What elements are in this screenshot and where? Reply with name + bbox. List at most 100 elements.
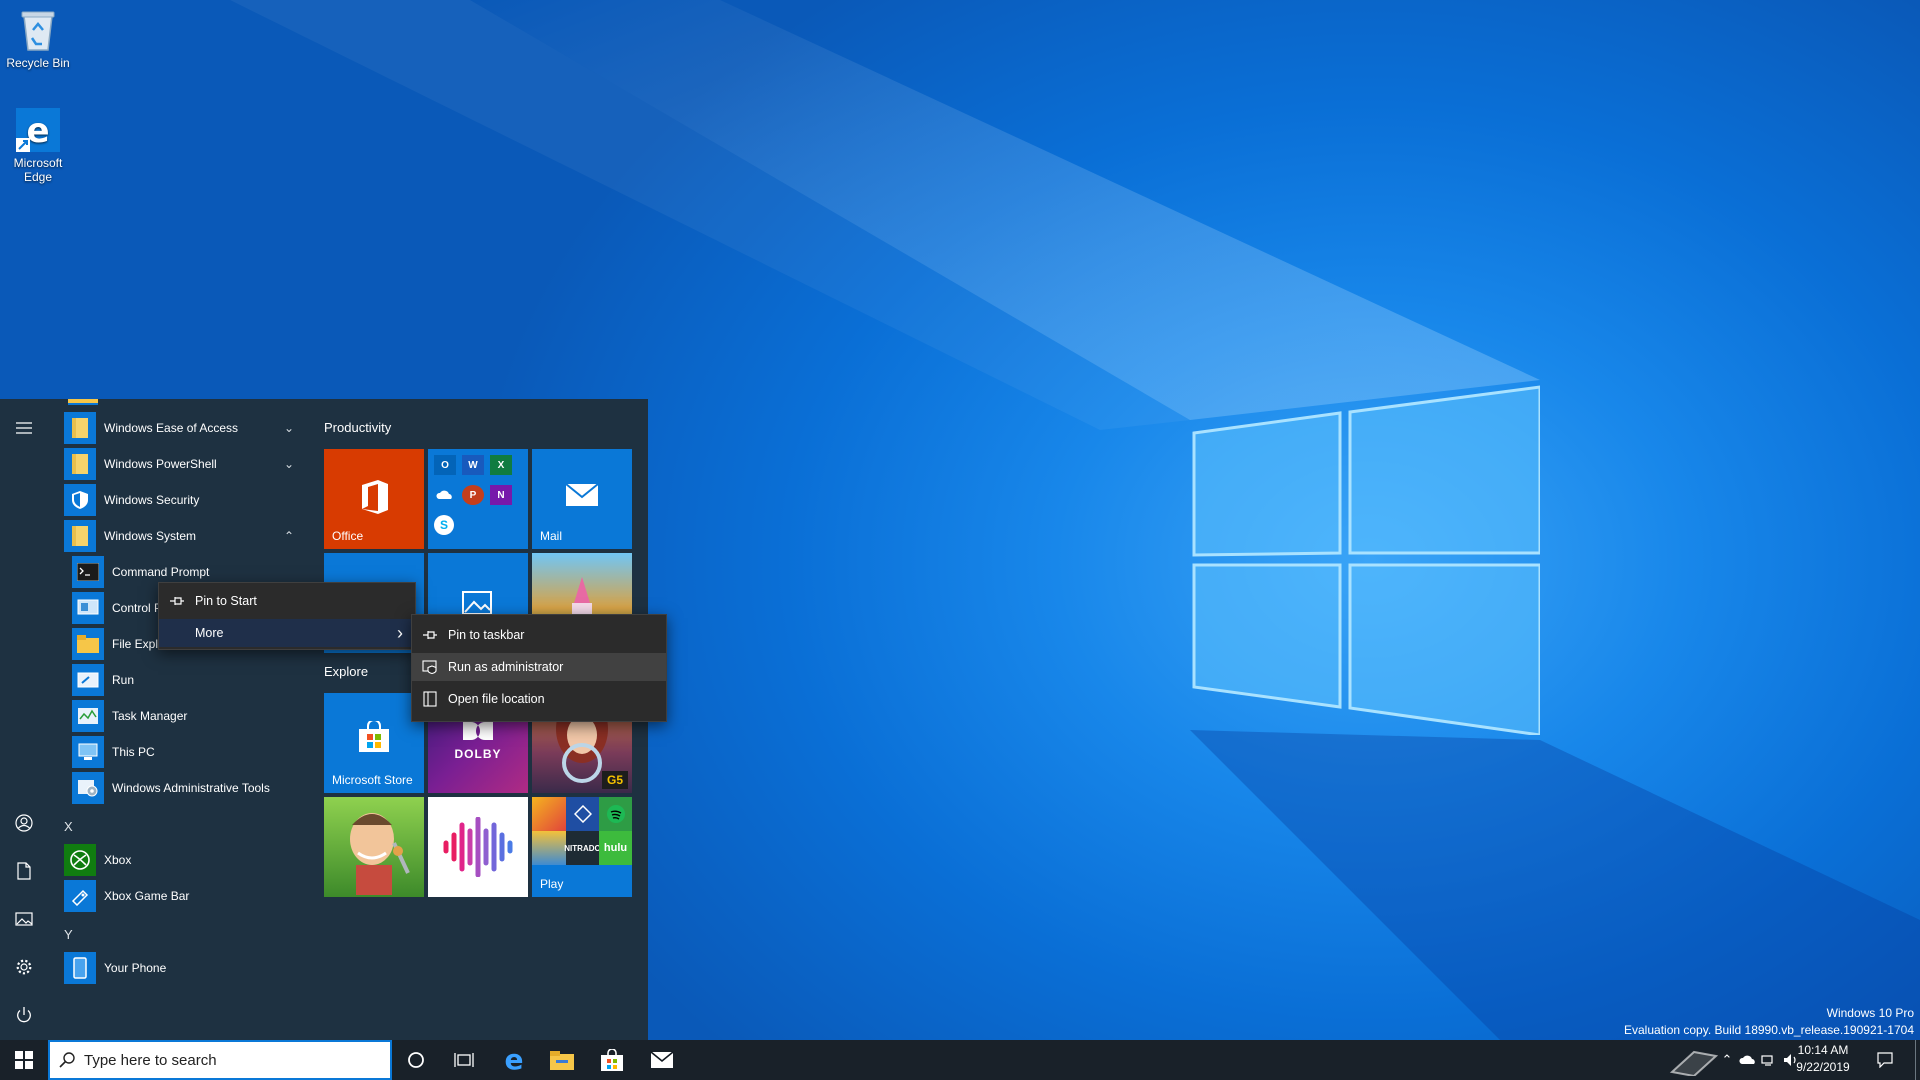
app-list[interactable]: Windows Ease of Access ⌄ Windows PowerSh… (56, 399, 306, 1040)
app-label: Windows Administrative Tools (112, 781, 270, 795)
folder-icon (64, 448, 96, 480)
taskbar: e ⌃ 10:14 AM 9/22/2019 (0, 1040, 1920, 1080)
tile-gardenscapes[interactable] (324, 797, 424, 897)
app-folder-windows-system[interactable]: Windows System ⌃ (64, 519, 304, 553)
taskbar-file-explorer-button[interactable] (538, 1040, 586, 1080)
taskbar-mail-button[interactable] (638, 1040, 686, 1080)
chevron-down-icon[interactable]: ⌄ (284, 421, 294, 435)
file-explorer-icon (550, 1051, 574, 1070)
desktop-icon-label: Recycle Bin (6, 56, 70, 70)
taskbar-edge-button[interactable]: e (490, 1040, 538, 1080)
app-windows-security[interactable]: Windows Security (64, 483, 304, 517)
menu-item-open-file-location[interactable]: Open file location (412, 685, 666, 713)
tile-microsoft-store[interactable]: Microsoft Store (324, 693, 424, 793)
settings-gear-icon[interactable] (12, 955, 36, 979)
run-icon (72, 664, 104, 696)
folder-icon-partial (68, 399, 98, 405)
app-xbox-game-bar[interactable]: Xbox Game Bar (64, 879, 304, 913)
phone-icon (64, 952, 96, 984)
app-run[interactable]: Run (72, 663, 306, 697)
documents-icon[interactable] (12, 859, 36, 883)
section-letter-x[interactable]: X (64, 819, 73, 834)
app-folder-windows-powershell[interactable]: Windows PowerShell ⌄ (64, 447, 304, 481)
gardener-character-icon (350, 813, 410, 895)
user-account-icon[interactable] (12, 811, 36, 835)
app-your-phone[interactable]: Your Phone (64, 951, 304, 985)
taskbar-clock[interactable]: 10:14 AM 9/22/2019 (1778, 1042, 1868, 1076)
sound-wave-icon (443, 817, 513, 877)
pictures-icon[interactable] (12, 907, 36, 931)
windows-logo-wallpaper (1192, 385, 1540, 735)
taskbar-search-box[interactable] (48, 1040, 392, 1080)
group-header-productivity[interactable]: Productivity (324, 420, 391, 435)
taskbar-store-button[interactable] (588, 1040, 636, 1080)
hamburger-menu-icon[interactable] (12, 416, 36, 440)
clock-time: 10:14 AM (1797, 1043, 1849, 1057)
power-icon[interactable] (12, 1003, 36, 1027)
store-bag-icon (601, 1049, 623, 1071)
desktop-icon-recycle-bin[interactable]: Recycle Bin (0, 6, 76, 70)
app-label: Your Phone (104, 961, 167, 975)
show-hidden-icons-chevron-icon[interactable]: ⌃ (1718, 1052, 1736, 1068)
tile-office[interactable]: Office (324, 449, 424, 549)
tile-office-apps-folder[interactable]: O W X P N S (428, 449, 528, 549)
task-view-icon (454, 1053, 474, 1067)
chevron-right-icon: › (397, 623, 403, 643)
tile-label: Mail (540, 529, 563, 543)
app-label: Xbox (104, 853, 132, 867)
menu-item-label: Pin to taskbar (448, 628, 525, 642)
onedrive-cloud-icon[interactable] (1738, 1052, 1756, 1068)
more-submenu: Pin to taskbar Run as administrator Open… (411, 614, 667, 722)
start-button[interactable] (0, 1040, 48, 1080)
cortana-circle-icon (408, 1052, 424, 1068)
mail-icon (565, 483, 599, 506)
powerpoint-icon: P (462, 485, 484, 505)
tile-label: Microsoft Store (332, 773, 413, 787)
tile-audio-app[interactable] (428, 797, 528, 897)
group-header-explore[interactable]: Explore (324, 664, 368, 679)
dolby-text: DOLBY (454, 747, 502, 761)
game-logo-icon (566, 797, 599, 831)
menu-item-label: Run as administrator (448, 660, 564, 674)
menu-item-run-as-administrator[interactable]: Run as administrator (412, 653, 666, 681)
photos-icon (462, 591, 492, 615)
app-label: Windows System (104, 529, 197, 543)
app-label: This PC (112, 745, 155, 759)
section-letter-y[interactable]: Y (64, 927, 73, 942)
app-folder-windows-ease-of-access[interactable]: Windows Ease of Access ⌄ (64, 411, 304, 445)
outlook-icon: O (434, 455, 456, 475)
app-label: Run (112, 673, 135, 687)
skype-icon: S (434, 515, 454, 535)
search-input[interactable] (84, 1051, 364, 1069)
excel-icon: X (490, 455, 512, 475)
task-view-button[interactable] (440, 1040, 488, 1080)
menu-item-more[interactable]: More › (159, 619, 415, 647)
tile-play-folder[interactable]: NITRADO hulu Play (532, 797, 632, 897)
edge-icon: e (14, 106, 62, 154)
word-icon: W (462, 455, 484, 475)
pin-icon (159, 595, 195, 607)
app-xbox[interactable]: Xbox (64, 843, 304, 877)
desktop-icon-microsoft-edge[interactable]: e Microsoft Edge (0, 106, 76, 184)
windows-start-icon (15, 1051, 33, 1069)
app-windows-administrative-tools[interactable]: Windows Administrative Tools (72, 771, 306, 805)
pin-icon (412, 629, 448, 641)
onenote-icon: N (490, 485, 512, 505)
chevron-down-icon[interactable]: ⌄ (284, 457, 294, 471)
onedrive-icon (434, 485, 456, 505)
tile-mail[interactable]: Mail (532, 449, 632, 549)
app-this-pc[interactable]: This PC (72, 735, 306, 769)
app-task-manager[interactable]: Task Manager (72, 699, 306, 733)
menu-item-pin-to-start[interactable]: Pin to Start (159, 587, 415, 615)
command-prompt-icon (72, 556, 104, 588)
app-label: Windows Security (104, 493, 200, 507)
notifications-icon[interactable] (1876, 1052, 1894, 1068)
show-desktop-button[interactable] (1915, 1040, 1920, 1080)
menu-item-pin-to-taskbar[interactable]: Pin to taskbar (412, 621, 666, 649)
chevron-up-icon[interactable]: ⌃ (284, 529, 294, 543)
app-label: Windows PowerShell (104, 457, 217, 471)
folder-icon (64, 412, 96, 444)
cortana-button[interactable] (392, 1040, 440, 1080)
network-icon[interactable] (1760, 1052, 1778, 1068)
edge-icon: e (504, 1043, 524, 1076)
